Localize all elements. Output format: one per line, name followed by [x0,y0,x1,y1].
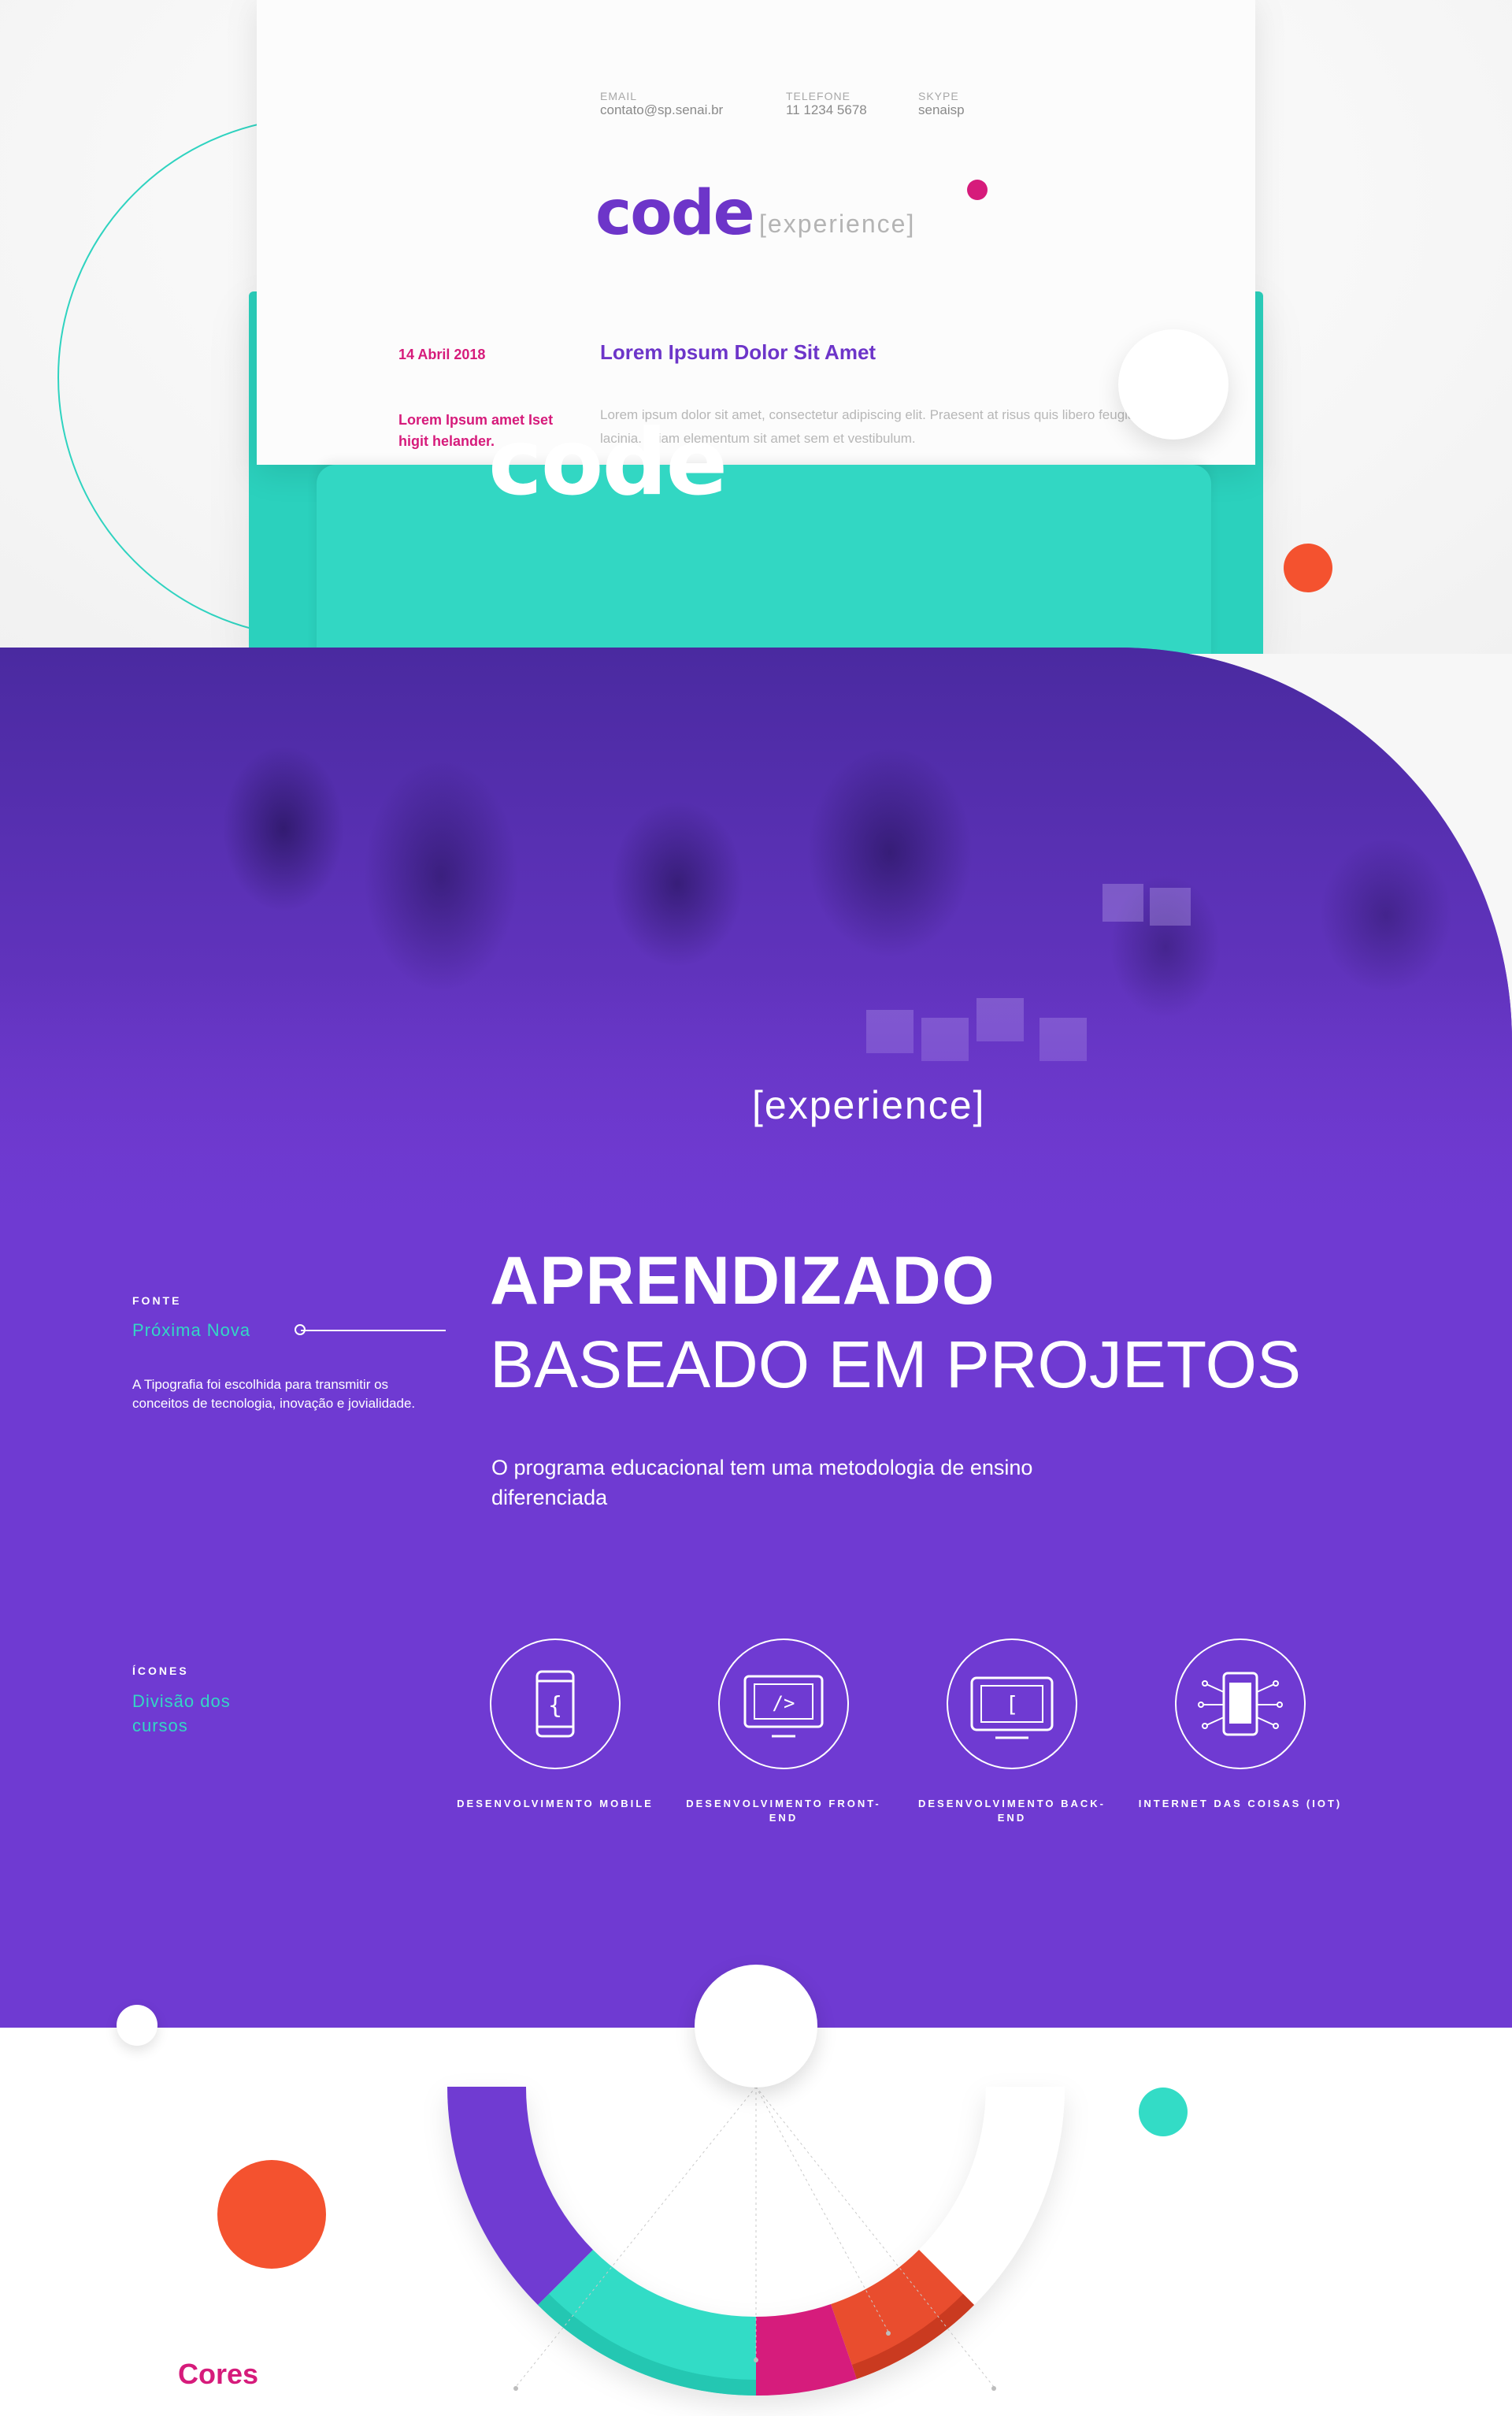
letter-date: 14 Abril 2018 [398,347,486,362]
wheel-center-circle [695,1965,817,2088]
course-caption: DESENVOLVIMENTO BACK-END [917,1798,1106,1824]
tablet-bracket-icon: [ [970,1676,1054,1739]
contact-value: senaisp [918,102,965,117]
contact-value: contato@sp.senai.br [600,102,724,117]
contact-label: EMAIL [600,90,638,102]
course-caption: DESENVOLVIMENTO FRONT-END [686,1798,881,1824]
hero-logo-code: code [488,410,728,516]
font-name: Próxima Nova [132,1320,251,1340]
contact-value: 11 1234 5678 [786,102,867,117]
hero-subtitle: O programa educacional tem uma metodolog… [491,1456,1033,1509]
teal-dot [1139,2088,1188,2136]
course-iot [1175,1639,1306,1769]
contact-phone: TELEFONE 11 1234 5678 [786,90,867,118]
font-description: A Tipografia foi escolhida para transmit… [132,1377,416,1411]
letterhead-section: EMAIL contato@sp.senai.br TELEFONE 11 12… [0,0,1512,654]
svg-text:{: { [548,1692,562,1720]
orange-circle [217,2160,326,2269]
hero-logo-experience: [experience] [752,1083,986,1127]
course-back-end: [ [947,1639,1077,1769]
hero-heading-bold: APRENDIZADO [490,1243,995,1319]
font-label: FONTE [132,1294,182,1307]
hero-heading-light: BASEADO EM PROJETOS [490,1327,1302,1401]
letter-logo-code: code [595,178,755,249]
white-dot [117,2005,158,2046]
envelope-pocket [317,465,1211,654]
icons-name: Divisão dos cursos [132,1691,231,1735]
orange-dot [1284,544,1332,592]
course-caption: DESENVOLVIMENTO MOBILE [457,1798,654,1809]
svg-text:/>: /> [773,1692,795,1714]
contact-skype: SKYPE senaisp [918,90,965,118]
letter-logo-experience: [experience] [759,210,916,238]
magenta-dot [967,180,988,200]
course-caption: INTERNET DAS COISAS (IOT) [1138,1798,1343,1809]
font-indicator-line [301,1330,446,1331]
chip-circuit-icon [1198,1672,1283,1736]
font-indicator-knob [295,1324,306,1335]
mobile-braces-icon: { [536,1670,575,1738]
course-front-end: /> [718,1639,849,1769]
course-mobile: { [490,1639,621,1769]
contact-email: EMAIL contato@sp.senai.br [600,90,723,118]
monitor-code-icon: /> [743,1675,824,1738]
photo-overlay [0,648,1512,1246]
svg-text:[: [ [1006,1691,1019,1717]
contact-label: TELEFONE [786,90,850,102]
colors-title: Cores [178,2358,259,2390]
icons-label: ÍCONES [132,1664,189,1677]
contact-label: SKYPE [918,90,959,102]
white-circle [1118,329,1228,440]
letter-heading: Lorem Ipsum Dolor Sit Amet [600,340,876,364]
letter-sheet: EMAIL contato@sp.senai.br TELEFONE 11 12… [257,0,1255,465]
